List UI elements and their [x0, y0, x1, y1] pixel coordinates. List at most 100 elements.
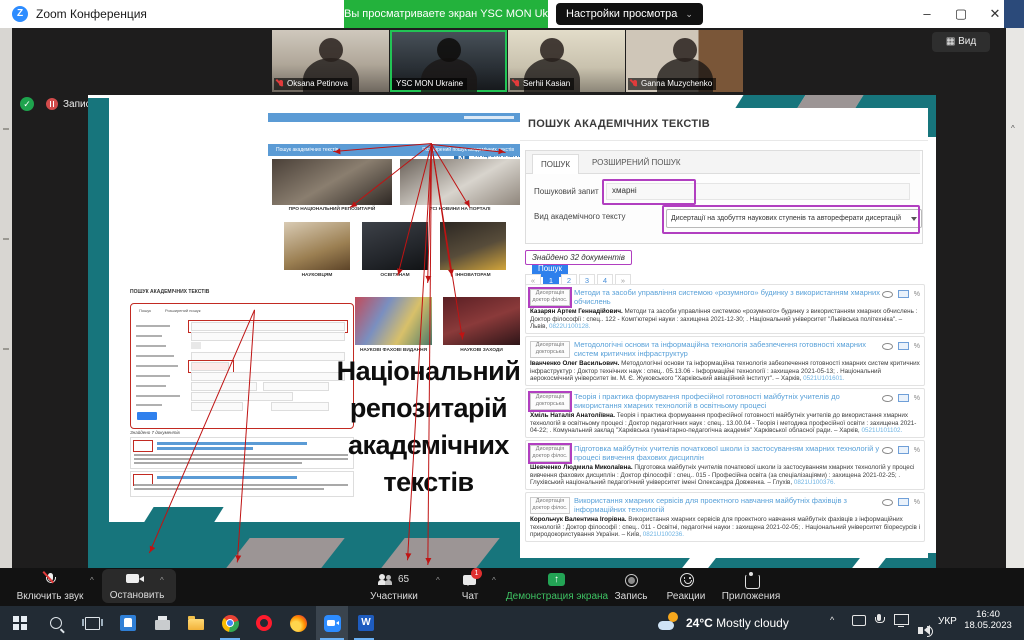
participants-icon [378, 574, 394, 586]
share-label: Демонстрация экрана [505, 591, 609, 602]
running-indicator [320, 637, 344, 640]
eye-icon [881, 394, 893, 402]
participant-name-tag: YSC MON Ukraine [392, 78, 468, 90]
participant-head [318, 38, 343, 62]
result-card: Дисертація доктор філос. Підготовка майбу… [525, 440, 925, 490]
mini-form-box: Пошук Розширений пошук [130, 303, 354, 429]
tray-zoom-icon[interactable] [852, 615, 866, 626]
highlight-annotation [662, 205, 920, 234]
background-window-left [0, 28, 12, 606]
running-indicator [220, 637, 240, 640]
taskbar-weather[interactable]: 24°C Mostly cloudy [686, 616, 789, 630]
participant-video-1[interactable]: Oksana Petinova [272, 30, 389, 92]
taskbar-app-movies[interactable] [112, 606, 144, 640]
results-count: Знайдено 32 документів [525, 250, 632, 265]
video-options-chevron: ^ [160, 576, 164, 585]
participant-name-tag: Oksana Petinova [274, 78, 352, 90]
mini-form-tab: Розширений пошук [165, 308, 201, 313]
taskbar-opera[interactable] [248, 606, 280, 640]
result-card: Дисертація докторська Теорія і практика ф… [525, 388, 925, 438]
reactions-button[interactable]: Реакции [658, 570, 714, 604]
chrome-icon [221, 614, 239, 632]
taskbar-file-explorer[interactable] [180, 606, 212, 640]
record-button[interactable]: Запись [605, 570, 657, 604]
result-card: Дисертація доктор філос. Методи та засоби… [525, 284, 925, 334]
taskbar-search-button[interactable] [40, 606, 72, 640]
taskbar-word[interactable]: W [350, 606, 382, 640]
viewing-screen-banner: Вы просматриваете экран YSC MON Ukraine [344, 0, 548, 28]
eye-icon [881, 446, 893, 454]
unmute-button[interactable]: Включить звук [8, 570, 98, 604]
apps-icon [745, 572, 760, 589]
eye-icon [881, 342, 893, 350]
mini-form-search-button [137, 412, 157, 420]
desktop: ^ Z Zoom Конференция Вы просматриваете э… [0, 0, 1024, 640]
security-shield-icon: ✓ [20, 97, 34, 111]
folder-icon [188, 615, 204, 630]
window-title: Zoom Конференция [36, 7, 147, 21]
participant-video-4[interactable]: Ganna Muzychenko [626, 30, 743, 92]
firefox-icon [289, 614, 307, 632]
mini-site-logo-band: N НАЦІОНАЛЬНИЙ РЕПОЗИТАРІЙ АКАДЕМІЧНИХ Т… [268, 122, 528, 183]
participant-name-tag: Ganna Muzychenko [628, 78, 717, 90]
chat-badge: 1 [471, 568, 482, 579]
mini-nav-search: Пошук академічних текстів [276, 147, 339, 153]
windows-logo-icon [13, 616, 27, 630]
taskbar-chrome[interactable] [214, 606, 246, 640]
mini-form-header: ПОШУК АКАДЕМІЧНИХ ТЕКСТІВ [130, 289, 210, 295]
audio-options-chevron[interactable]: ^ [90, 576, 94, 585]
tray-volume-icon[interactable] [918, 625, 933, 637]
stop-video-button[interactable]: ^ Остановить [102, 569, 176, 603]
card-icon [897, 498, 909, 506]
eye-icon [881, 290, 893, 298]
tray-expand-chevron[interactable]: ^ [830, 615, 834, 625]
divider [520, 140, 928, 141]
taskbar-app-printer[interactable] [146, 606, 178, 640]
task-view-button[interactable] [76, 606, 108, 640]
card-icon [897, 394, 909, 402]
link-icon: % [913, 446, 920, 454]
result-actions: % [881, 290, 920, 298]
weather-icon [658, 612, 680, 631]
search-form-box: ПОШУК РОЗШИРЕНИЙ ПОШУК Пошуковий запит В… [525, 150, 923, 277]
participant-video-3[interactable]: Serhii Kasian [508, 30, 625, 92]
participants-button[interactable]: 65 Участники [356, 570, 436, 604]
mini-site-caption: УСІ НОВИНИ НА ПОРТАЛІ [429, 207, 491, 212]
tray-network-icon[interactable] [894, 614, 909, 627]
mini-site-caption: НАУКОВЦЯМ [301, 273, 333, 278]
view-layout-button[interactable]: ▦ Вид [932, 32, 990, 52]
maximize-button[interactable]: ▢ [944, 0, 978, 28]
participant-video-2[interactable]: YSC MON Ukraine [390, 30, 507, 92]
slide-left-bar [88, 98, 109, 568]
result-description: Корольчук Валентина Ігорівна. Використан… [530, 516, 920, 539]
language-indicator[interactable]: УКР [938, 616, 957, 627]
card-icon [897, 446, 909, 454]
chat-chevron[interactable]: ^ [492, 576, 496, 585]
close-button[interactable]: ✕ [978, 0, 1012, 28]
result-description: Шевченко Людмила Миколаївна. Підготовка … [530, 464, 915, 487]
eye-icon [881, 498, 893, 506]
shared-screen-slide: N НАЦІОНАЛЬНИЙ РЕПОЗИТАРІЙ АКАДЕМІЧНИХ Т… [88, 95, 936, 568]
start-button[interactable] [4, 606, 36, 640]
tray-mic-icon[interactable] [875, 614, 885, 625]
apps-button[interactable]: Приложения [718, 570, 784, 604]
participants-chevron[interactable]: ^ [436, 576, 440, 585]
mini-site-caption: ПРО НАЦІОНАЛЬНИЙ РЕПОЗИТАРІЙ [288, 207, 376, 212]
view-settings-dropdown[interactable]: Настройки просмотра ⌄ [556, 3, 703, 25]
minimize-button[interactable]: – [910, 0, 944, 28]
taskbar-zoom[interactable] [316, 606, 348, 640]
mini-site-photo [362, 222, 428, 270]
link-icon: % [913, 342, 920, 350]
result-badge: Дисертація доктор філос. [528, 287, 572, 308]
opera-icon [256, 615, 272, 631]
result-badge: Дисертація докторська [528, 391, 572, 412]
reactions-icon [680, 573, 694, 587]
result-title: Методологічні основи та інформаційна тех… [574, 340, 866, 358]
mini-result-card [130, 437, 354, 469]
result-badge: Дисертація доктор філос. [528, 443, 572, 464]
share-screen-button[interactable]: Демонстрация экрана [505, 570, 609, 604]
stop-video-label: Остановить [109, 590, 165, 601]
taskbar-clock[interactable]: 16:40 18.05.2023 [962, 609, 1014, 631]
taskbar-firefox[interactable] [282, 606, 314, 640]
chat-button[interactable]: 1 Чат [448, 568, 492, 604]
